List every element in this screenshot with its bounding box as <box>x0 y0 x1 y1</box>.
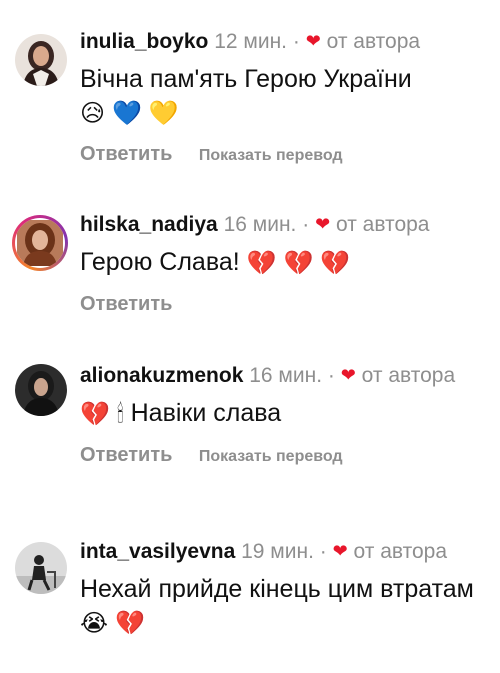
comment-time: 19 мин. <box>241 540 314 563</box>
broken-heart-icon: 💔 <box>246 249 277 278</box>
avatar-story-ring[interactable] <box>12 215 68 271</box>
broken-heart-icon: 💔 <box>283 249 314 278</box>
comment-time: 16 мин. <box>223 213 297 236</box>
comment-actions: Ответить Показать перевод <box>80 140 486 168</box>
heart-icon: ❤ <box>315 214 331 234</box>
loudly-crying-face-icon: 😭 <box>80 609 109 638</box>
avatar[interactable] <box>15 542 67 594</box>
username-link[interactable]: alionakuzmenok <box>80 364 243 387</box>
separator-dot: · <box>319 540 327 563</box>
username-link[interactable]: inta_vasilyevna <box>80 540 235 563</box>
comment-header: inulia_boyko 12 мин. · ❤ от автора <box>80 28 486 56</box>
broken-heart-icon: 💔 <box>115 609 145 638</box>
avatar-image <box>17 220 63 266</box>
username-link[interactable]: hilska_nadiya <box>80 213 218 236</box>
separator-dot: · <box>327 364 335 387</box>
avatar-image <box>15 364 67 416</box>
sad-relieved-face-icon: 😥 <box>80 99 106 128</box>
heart-icon: ❤ <box>332 541 348 561</box>
comment-text: Герою Слава! 💔 💔 💔 <box>80 246 486 279</box>
comment-body: Герою Слава! <box>80 248 240 276</box>
comment-time: 12 мин. <box>214 30 287 53</box>
comment-actions: Ответить Показать перевод <box>80 441 486 469</box>
avatar[interactable] <box>15 34 67 86</box>
avatar <box>15 218 65 268</box>
comment-body: Навіки слава <box>130 399 282 427</box>
author-liked-label: от автора <box>353 540 447 563</box>
separator-dot: · <box>302 213 310 236</box>
avatar-image <box>15 34 67 86</box>
author-liked-label: от автора <box>361 364 456 387</box>
comment-text: 💔 🕯 Навіки слава <box>80 397 486 430</box>
avatar-image <box>15 542 67 594</box>
comment-text: Вічна пам'ять Герою України 😥 💙 💛 <box>80 63 486 129</box>
show-translation-button[interactable]: Показать перевод <box>199 448 343 465</box>
yellow-heart-icon: 💛 <box>148 99 179 128</box>
blue-heart-icon: 💙 <box>111 99 142 128</box>
comment-time: 16 мин. <box>249 364 323 387</box>
reply-button[interactable]: Ответить <box>80 293 172 315</box>
comment-body: Вічна пам'ять Герою України <box>80 65 412 93</box>
comment-body: Нехай прийде кінець цим втратам <box>80 575 474 603</box>
author-liked-label: от автора <box>336 213 430 236</box>
heart-icon: ❤ <box>340 365 356 385</box>
candle-icon: 🕯 <box>116 400 124 429</box>
avatar[interactable] <box>15 364 67 416</box>
reply-button[interactable]: Ответить <box>80 444 172 466</box>
heart-icon: ❤ <box>305 31 321 51</box>
username-link[interactable]: inulia_boyko <box>80 30 208 53</box>
broken-heart-icon: 💔 <box>80 400 110 429</box>
broken-heart-icon: 💔 <box>320 249 351 278</box>
comment-text: Нехай прийде кінець цим втратам 😭 💔 <box>80 573 486 639</box>
comment-header: alionakuzmenok 16 мин. · ❤ от автора <box>80 362 486 390</box>
show-translation-button[interactable]: Показать перевод <box>199 147 343 164</box>
author-liked-label: от автора <box>326 30 421 53</box>
comment-header: hilska_nadiya 16 мин. · ❤ от автора <box>80 211 486 239</box>
comment-actions: Ответить <box>80 290 486 318</box>
reply-button[interactable]: Ответить <box>80 143 172 165</box>
separator-dot: · <box>292 30 300 53</box>
comment-header: inta_vasilyevna 19 мин. · ❤ от автора <box>80 538 486 566</box>
